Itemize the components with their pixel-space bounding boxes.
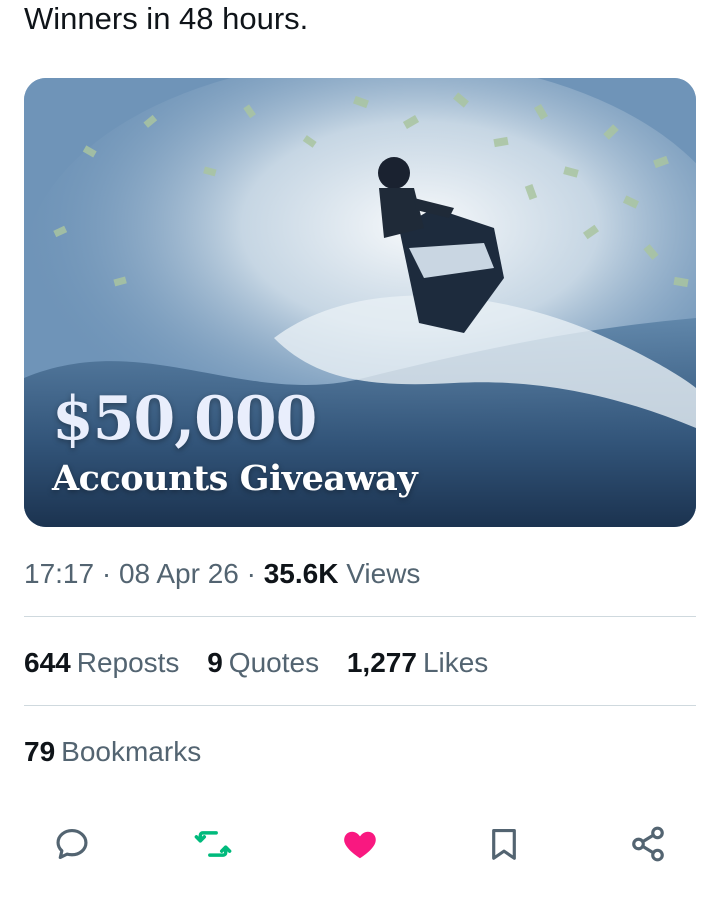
tweet-meta: 17:17 · 08 Apr 26 · 35.6K Views bbox=[24, 556, 420, 592]
tweet-media-image[interactable]: $50,000 Accounts Giveaway bbox=[24, 78, 696, 527]
like-button[interactable] bbox=[336, 820, 384, 868]
bookmarks-count: 79 bbox=[24, 736, 56, 767]
quotes-count: 9 bbox=[207, 647, 223, 678]
reposts-stat[interactable]: 644 Reposts bbox=[24, 645, 179, 681]
reply-button[interactable] bbox=[48, 820, 96, 868]
quotes-stat[interactable]: 9 Quotes bbox=[207, 645, 319, 681]
promo-amount: $50,000 bbox=[52, 384, 317, 454]
views-count: 35.6K bbox=[263, 558, 339, 589]
reposts-count: 644 bbox=[24, 647, 71, 678]
like-icon bbox=[344, 831, 376, 859]
meta-separator: · bbox=[101, 558, 112, 589]
views-label: Views bbox=[346, 558, 421, 589]
bookmarks-stat[interactable]: 79 Bookmarks bbox=[24, 734, 201, 770]
engagement-stats: 644 Reposts 9 Quotes 1,277 Likes bbox=[24, 645, 508, 681]
likes-label: Likes bbox=[422, 647, 489, 678]
repost-icon bbox=[194, 831, 232, 857]
share-icon bbox=[632, 826, 664, 862]
share-button[interactable] bbox=[624, 820, 672, 868]
likes-count: 1,277 bbox=[346, 647, 417, 678]
action-bar bbox=[0, 820, 720, 868]
tweet-date[interactable]: 08 Apr 26 bbox=[119, 558, 239, 589]
divider bbox=[24, 616, 696, 617]
tweet-time[interactable]: 17:17 bbox=[24, 558, 94, 589]
promo-subtitle: Accounts Giveaway bbox=[52, 458, 418, 499]
bookmarks-row: 79 Bookmarks bbox=[24, 734, 221, 770]
repost-button[interactable] bbox=[189, 820, 237, 868]
reposts-label: Reposts bbox=[76, 647, 180, 678]
divider bbox=[24, 705, 696, 706]
meta-separator: · bbox=[246, 558, 256, 589]
bookmark-icon bbox=[492, 828, 516, 860]
bookmarks-label: Bookmarks bbox=[61, 736, 202, 767]
likes-stat[interactable]: 1,277 Likes bbox=[347, 645, 488, 681]
quotes-label: Quotes bbox=[228, 647, 320, 678]
tweet-text: Winners in 48 hours. bbox=[24, 1, 309, 36]
bookmark-button[interactable] bbox=[480, 820, 528, 868]
reply-icon bbox=[56, 828, 88, 860]
